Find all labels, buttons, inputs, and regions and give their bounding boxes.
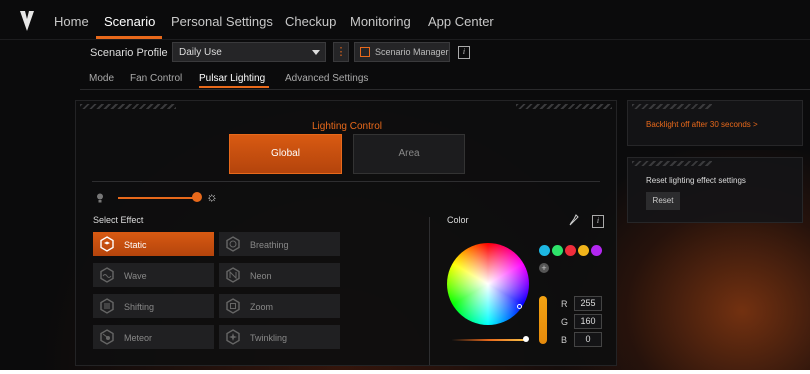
- tab-fan-control[interactable]: Fan Control: [130, 73, 182, 84]
- effect-shifting[interactable]: Shifting: [93, 294, 214, 318]
- r-label: R: [561, 299, 568, 309]
- lighting-panel: Lighting Control Global Area ☼ Select Ef…: [75, 100, 617, 366]
- meteor-icon: [100, 329, 114, 345]
- effect-label: Breathing: [250, 240, 289, 250]
- brightness-slider-handle[interactable]: [192, 192, 202, 202]
- global-tab[interactable]: Global: [229, 134, 342, 174]
- color-wheel[interactable]: [447, 243, 529, 325]
- breathing-icon: [226, 236, 240, 252]
- scenario-profile-value: Daily Use: [179, 47, 222, 58]
- lighting-control-title: Lighting Control: [311, 121, 383, 132]
- b-label: B: [561, 335, 568, 345]
- nav-scenario[interactable]: Scenario: [104, 14, 155, 29]
- brightness-slider[interactable]: [118, 197, 198, 199]
- profile-more-button[interactable]: ⋮: [333, 42, 349, 62]
- top-nav: Home Scenario Personal Settings Checkup …: [0, 0, 810, 40]
- effect-wave[interactable]: Wave: [93, 263, 214, 287]
- effect-breathing[interactable]: Breathing: [219, 232, 340, 256]
- effect-meteor[interactable]: Meteor: [93, 325, 214, 349]
- effect-label: Neon: [250, 271, 272, 281]
- section-divider: [92, 181, 600, 182]
- color-swatch-red[interactable]: [565, 245, 576, 256]
- chevron-down-icon: [312, 50, 320, 55]
- color-swatch-purple[interactable]: [591, 245, 602, 256]
- brightness-bright-icon: ☼: [206, 189, 218, 204]
- effect-twinkling[interactable]: Twinkling: [219, 325, 340, 349]
- backlight-card: Backlight off after 30 seconds >: [627, 100, 803, 146]
- color-label: Color: [447, 215, 469, 225]
- nav-monitoring[interactable]: Monitoring: [350, 14, 411, 29]
- reset-description: Reset lighting effect settings: [646, 176, 746, 185]
- zoom-icon: [226, 298, 240, 314]
- effect-static[interactable]: Static: [93, 232, 214, 256]
- color-wheel-selector[interactable]: [517, 304, 522, 309]
- g-label: G: [561, 317, 569, 327]
- bulb-dim-icon: [97, 193, 103, 203]
- twinkling-icon: [226, 329, 240, 345]
- add-color-button[interactable]: +: [539, 263, 549, 273]
- color-swatch-cyan[interactable]: [539, 245, 550, 256]
- nav-checkup[interactable]: Checkup: [285, 14, 336, 29]
- tab-pulsar-lighting[interactable]: Pulsar Lighting: [199, 73, 265, 84]
- bottom-edge: [0, 370, 810, 374]
- color-brightness-slider[interactable]: [452, 339, 526, 341]
- subtab-active-indicator: [199, 86, 269, 88]
- select-effect-label: Select Effect: [93, 215, 144, 225]
- b-input[interactable]: 0: [574, 332, 602, 347]
- reset-button[interactable]: Reset: [646, 192, 680, 210]
- nav-personal-settings[interactable]: Personal Settings: [171, 14, 273, 29]
- effect-label: Zoom: [250, 302, 274, 312]
- backlight-timeout-link[interactable]: Backlight off after 30 seconds >: [646, 120, 758, 129]
- effect-label: Meteor: [124, 333, 153, 343]
- nav-app-center[interactable]: App Center: [428, 14, 494, 29]
- list-icon: [360, 47, 370, 57]
- scenario-profile-select[interactable]: Daily Use: [172, 42, 326, 62]
- app-window: Home Scenario Personal Settings Checkup …: [0, 0, 810, 374]
- color-info-icon[interactable]: i: [592, 215, 604, 228]
- info-icon[interactable]: i: [458, 46, 470, 59]
- tab-advanced-settings[interactable]: Advanced Settings: [285, 73, 368, 84]
- nav-home[interactable]: Home: [54, 14, 89, 29]
- color-section-divider: [429, 217, 430, 365]
- card-hatch: [632, 161, 712, 166]
- scenario-manager-label: Scenario Manager: [375, 47, 449, 57]
- effect-zoom[interactable]: Zoom: [219, 294, 340, 318]
- area-tab[interactable]: Area: [353, 134, 465, 174]
- effect-label: Wave: [124, 271, 147, 281]
- scenario-manager-button[interactable]: Scenario Manager: [354, 42, 450, 62]
- card-hatch: [632, 104, 712, 109]
- subtab-divider: [80, 89, 810, 90]
- tab-mode[interactable]: Mode: [89, 73, 114, 84]
- effect-label: Twinkling: [250, 333, 288, 343]
- color-preview-bar: [539, 296, 547, 344]
- panel-hatch-left: [80, 104, 176, 109]
- neon-icon: [226, 267, 240, 283]
- panel-hatch-right: [516, 104, 612, 109]
- effect-label: Static: [124, 240, 147, 250]
- color-swatch-green[interactable]: [552, 245, 563, 256]
- wave-icon: [100, 267, 114, 283]
- effect-neon[interactable]: Neon: [219, 263, 340, 287]
- eyedropper-icon[interactable]: [569, 214, 579, 226]
- nav-divider: [0, 39, 810, 40]
- effect-label: Shifting: [124, 302, 155, 312]
- scenario-profile-label: Scenario Profile: [90, 47, 168, 59]
- static-icon: [100, 236, 114, 252]
- color-swatch-amber[interactable]: [578, 245, 589, 256]
- app-logo-icon: [20, 11, 34, 31]
- r-input[interactable]: 255: [574, 296, 602, 311]
- g-input[interactable]: 160: [574, 314, 602, 329]
- shifting-icon: [100, 298, 114, 314]
- color-brightness-handle[interactable]: [523, 336, 529, 342]
- reset-card: Reset lighting effect settings Reset: [627, 157, 803, 223]
